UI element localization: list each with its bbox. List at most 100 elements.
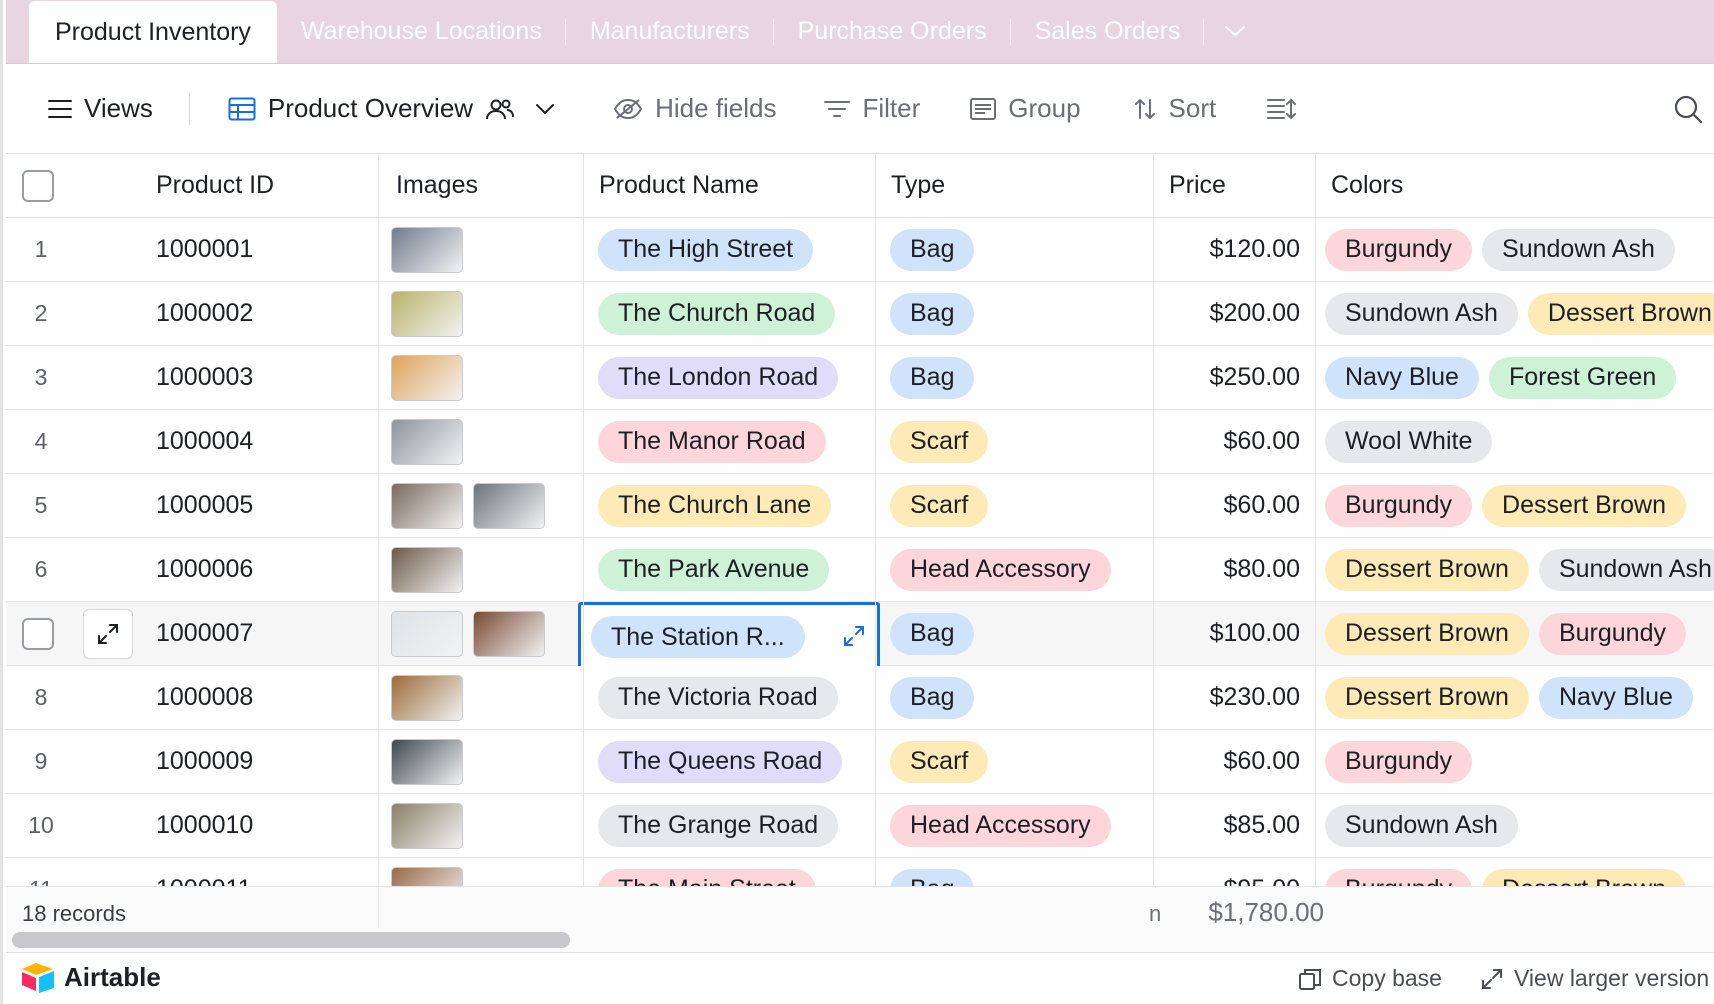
select-all-checkbox[interactable] bbox=[22, 170, 54, 202]
colors-cell[interactable]: Burgundy Sundown Ash bbox=[1317, 218, 1714, 281]
price-cell[interactable]: $230.00 bbox=[1154, 666, 1304, 729]
table-row[interactable]: 8 1000008 The Victoria Road Bag $230.00 Desse… bbox=[6, 666, 1714, 730]
type-cell[interactable]: Scarf bbox=[878, 410, 1154, 473]
table-row[interactable]: 5 1000005 The Church Lane Scarf $60.00 Burgun… bbox=[6, 474, 1714, 538]
attachment-thumbnail[interactable] bbox=[391, 610, 463, 657]
tab-sales-orders[interactable]: Sales Orders bbox=[1011, 0, 1205, 63]
product-name-cell[interactable]: The Main Street bbox=[586, 858, 876, 886]
product-name-pill[interactable]: The Church Road bbox=[598, 292, 836, 335]
type-cell[interactable]: Bag bbox=[878, 666, 1154, 729]
table-row[interactable]: 4 1000004 The Manor Road Scarf $60.00 Wool Wh… bbox=[6, 410, 1714, 474]
price-sum-value[interactable]: $1,780.00 bbox=[1208, 897, 1324, 928]
images-cell[interactable] bbox=[386, 346, 586, 409]
price-cell[interactable]: $60.00 bbox=[1154, 410, 1304, 473]
product-id-cell[interactable]: 1000002 bbox=[156, 282, 376, 345]
group-button[interactable]: Group bbox=[970, 93, 1081, 124]
product-name-cell[interactable]: The London Road bbox=[586, 346, 876, 409]
images-cell[interactable] bbox=[386, 218, 586, 281]
tab-product-inventory[interactable]: Product Inventory bbox=[29, 1, 277, 63]
product-id-cell[interactable]: 1000010 bbox=[156, 794, 376, 857]
images-cell[interactable] bbox=[386, 282, 586, 345]
views-button[interactable]: Views bbox=[48, 93, 153, 124]
images-cell[interactable] bbox=[386, 474, 586, 537]
column-header-product-id[interactable]: Product ID bbox=[156, 154, 376, 217]
column-header-images[interactable]: Images bbox=[381, 154, 586, 217]
scrollbar-thumb[interactable] bbox=[12, 932, 570, 948]
images-cell[interactable] bbox=[386, 858, 586, 886]
product-name-pill[interactable]: The Manor Road bbox=[598, 420, 826, 463]
product-name-pill[interactable]: The Victoria Road bbox=[598, 676, 838, 719]
column-header-colors[interactable]: Colors bbox=[1316, 154, 1714, 217]
images-cell[interactable] bbox=[386, 410, 586, 473]
tab-warehouse-locations[interactable]: Warehouse Locations bbox=[277, 0, 566, 63]
product-id-cell[interactable]: 1000007 bbox=[156, 602, 376, 665]
images-cell[interactable] bbox=[386, 602, 586, 665]
attachment-thumbnail[interactable] bbox=[391, 674, 463, 721]
product-id-cell[interactable]: 1000004 bbox=[156, 410, 376, 473]
colors-cell[interactable]: Sundown Ash bbox=[1317, 794, 1714, 857]
colors-cell[interactable]: Wool White bbox=[1317, 410, 1714, 473]
product-name-pill[interactable]: The Station R... bbox=[591, 616, 805, 658]
product-id-cell[interactable]: 1000009 bbox=[156, 730, 376, 793]
product-id-cell[interactable]: 1000001 bbox=[156, 218, 376, 281]
table-row[interactable]: 6 1000006 The Park Avenue Head Accessory $80… bbox=[6, 538, 1714, 602]
copy-base-link[interactable]: Copy base bbox=[1298, 965, 1442, 992]
type-cell[interactable]: Bag bbox=[878, 602, 1154, 665]
hide-fields-button[interactable]: Hide fields bbox=[613, 93, 776, 124]
column-header-type[interactable]: Type bbox=[876, 154, 1154, 217]
images-cell[interactable] bbox=[386, 794, 586, 857]
price-cell[interactable]: $100.00 bbox=[1154, 602, 1304, 665]
colors-cell[interactable]: Dessert Brown Sundown Ash bbox=[1317, 538, 1714, 601]
attachment-thumbnail[interactable] bbox=[391, 226, 463, 273]
horizontal-scrollbar[interactable] bbox=[6, 928, 1714, 952]
product-name-pill[interactable]: The High Street bbox=[598, 228, 814, 271]
product-name-cell-selected[interactable]: The Station R... bbox=[578, 602, 880, 672]
view-switcher[interactable]: Product Overview bbox=[228, 93, 555, 124]
images-cell[interactable] bbox=[386, 730, 586, 793]
product-id-cell[interactable]: 1000005 bbox=[156, 474, 376, 537]
tab-purchase-orders[interactable]: Purchase Orders bbox=[774, 0, 1011, 63]
product-name-pill[interactable]: The London Road bbox=[598, 356, 839, 399]
attachment-thumbnail[interactable] bbox=[391, 482, 463, 529]
type-cell[interactable]: Bag bbox=[878, 346, 1154, 409]
table-row[interactable]: 3 1000003 The London Road Bag $250.00 Navy Bl… bbox=[6, 346, 1714, 410]
type-cell[interactable]: Head Accessory bbox=[878, 794, 1154, 857]
product-name-cell[interactable]: The Church Road bbox=[586, 282, 876, 345]
column-header-price[interactable]: Price bbox=[1154, 154, 1316, 217]
price-cell[interactable]: $60.00 bbox=[1154, 474, 1304, 537]
colors-cell[interactable]: Dessert Brown Navy Blue bbox=[1317, 666, 1714, 729]
product-name-cell[interactable]: The Grange Road bbox=[586, 794, 876, 857]
type-cell[interactable]: Bag bbox=[878, 858, 1154, 886]
product-id-cell[interactable]: 1000003 bbox=[156, 346, 376, 409]
colors-cell[interactable]: Dessert Brown Burgundy bbox=[1317, 602, 1714, 665]
attachment-thumbnail[interactable] bbox=[391, 802, 463, 849]
tab-manufacturers[interactable]: Manufacturers bbox=[566, 0, 774, 63]
attachment-thumbnail[interactable] bbox=[473, 482, 545, 529]
price-cell[interactable]: $95.00 bbox=[1154, 858, 1304, 886]
product-name-pill[interactable]: The Church Lane bbox=[598, 484, 832, 527]
product-name-pill[interactable]: The Park Avenue bbox=[598, 548, 830, 591]
sort-button[interactable]: Sort bbox=[1133, 93, 1216, 124]
product-name-cell[interactable]: The Park Avenue bbox=[586, 538, 876, 601]
product-name-pill[interactable]: The Grange Road bbox=[598, 804, 839, 847]
more-tabs-button[interactable] bbox=[1204, 0, 1266, 63]
product-name-cell[interactable]: The Church Lane bbox=[586, 474, 876, 537]
product-id-cell[interactable]: 1000011 bbox=[156, 858, 376, 886]
price-cell[interactable]: $85.00 bbox=[1154, 794, 1304, 857]
attachment-thumbnail[interactable] bbox=[391, 866, 463, 886]
expand-record-button[interactable] bbox=[83, 609, 133, 659]
attachment-thumbnail[interactable] bbox=[473, 610, 545, 657]
type-cell[interactable]: Bag bbox=[878, 218, 1154, 281]
row-height-button[interactable] bbox=[1266, 97, 1297, 121]
price-cell[interactable]: $60.00 bbox=[1154, 730, 1304, 793]
attachment-thumbnail[interactable] bbox=[391, 418, 463, 465]
type-cell[interactable]: Scarf bbox=[878, 730, 1154, 793]
attachment-thumbnail[interactable] bbox=[391, 738, 463, 785]
type-cell[interactable]: Head Accessory bbox=[878, 538, 1154, 601]
table-row[interactable]: 2 1000002 The Church Road Bag $200.00 Sundown… bbox=[6, 282, 1714, 346]
row-checkbox[interactable] bbox=[22, 618, 54, 650]
column-header-product-name[interactable]: Product Name bbox=[584, 154, 876, 217]
colors-cell[interactable]: Navy Blue Forest Green bbox=[1317, 346, 1714, 409]
type-cell[interactable]: Bag bbox=[878, 282, 1154, 345]
search-button[interactable] bbox=[1673, 94, 1703, 124]
